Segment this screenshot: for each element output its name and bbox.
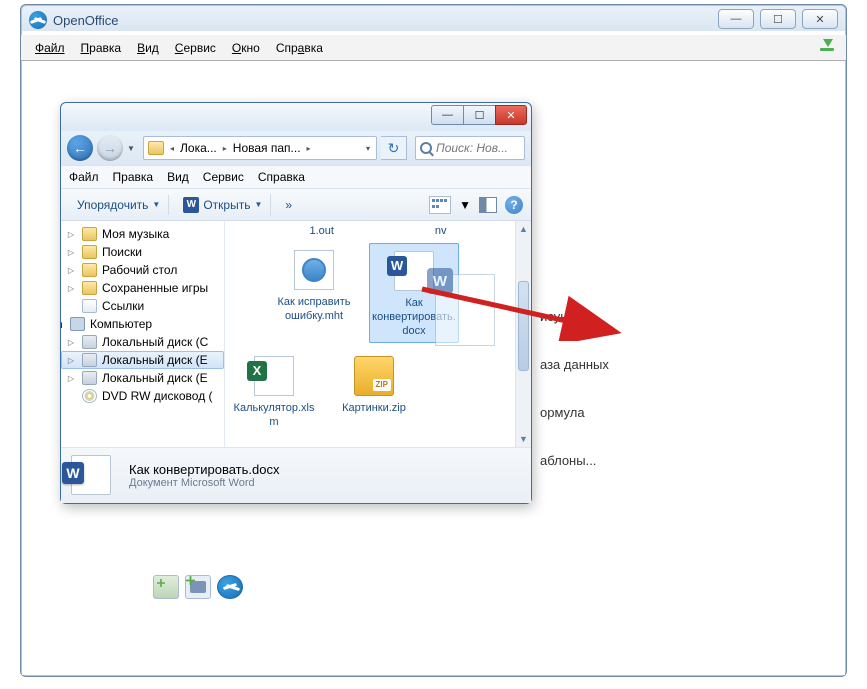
search-input[interactable]: Поиск: Нов... — [415, 136, 525, 160]
outer-maximize-button[interactable]: ☐ — [760, 9, 796, 29]
view-mode-dropdown[interactable]: ▼ — [459, 198, 471, 212]
word-icon — [71, 455, 111, 495]
globe-icon — [294, 250, 334, 290]
organize-button[interactable]: Упорядочить▼ — [69, 195, 169, 215]
file-xlsm[interactable]: Калькулятор.xlsm — [229, 349, 319, 434]
dvd-icon — [82, 389, 97, 403]
tree-searches[interactable]: ▷Поиски — [61, 243, 224, 261]
disk-icon — [82, 335, 97, 349]
folder-icon — [82, 281, 97, 295]
tree-dvd[interactable]: DVD RW дисковод ( — [61, 387, 224, 405]
nav-back-button[interactable]: ← — [67, 135, 93, 161]
openoffice-titlebar: OpenOffice — ☐ ✕ — [21, 5, 846, 35]
tree-disk-c[interactable]: ▷Локальный диск (C — [61, 333, 224, 351]
explorer-menu-help[interactable]: Справка — [258, 170, 305, 184]
explorer-menubar: Файл Правка Вид Сервис Справка — [61, 165, 531, 189]
partial-label-1: 1.out — [309, 225, 333, 237]
explorer-minimize-button[interactable]: — — [431, 105, 463, 125]
help-button[interactable]: ? — [505, 196, 523, 214]
folder-icon — [82, 263, 97, 277]
folder-tree[interactable]: ▷Моя музыка ▷Поиски ▷Рабочий стол ▷Сохра… — [61, 221, 225, 447]
folder-icon — [148, 141, 164, 155]
extension-icon[interactable] — [153, 575, 179, 599]
tree-disk-e2[interactable]: ▷Локальный диск (E — [61, 369, 224, 387]
link-icon — [82, 299, 97, 313]
nav-history-dropdown[interactable]: ▼ — [127, 144, 139, 153]
explorer-menu-edit[interactable]: Правка — [113, 170, 154, 184]
menu-help[interactable]: Справка — [268, 38, 331, 58]
drag-ghost-icon: W — [425, 266, 505, 356]
explorer-toolbar: Упорядочить▼ W Открыть▼ » ▼ ? — [61, 189, 531, 221]
menu-file[interactable]: Файл — [27, 38, 73, 58]
explorer-maximize-button[interactable]: ☐ — [463, 105, 495, 125]
view-mode-button[interactable] — [429, 196, 451, 214]
open-button[interactable]: W Открыть▼ — [175, 194, 271, 216]
breadcrumb[interactable]: ◂ Лока... ▸ Новая пап... ▸ ▾ — [143, 136, 377, 160]
outer-close-button[interactable]: ✕ — [802, 9, 838, 29]
explorer-navbar: ← → ▼ ◂ Лока... ▸ Новая пап... ▸ ▾ ↻ Пои… — [61, 131, 531, 165]
breadcrumb-dropdown[interactable]: ▾ — [364, 144, 372, 153]
addon-icon[interactable] — [185, 575, 211, 599]
menu-tools[interactable]: Сервис — [167, 38, 224, 58]
explorer-menu-file[interactable]: Файл — [69, 170, 99, 184]
scroll-up-icon[interactable]: ▲ — [516, 221, 531, 237]
zip-icon — [354, 356, 394, 396]
details-subtitle: Документ Microsoft Word — [129, 477, 279, 489]
preview-pane-button[interactable] — [479, 197, 497, 213]
menu-edit[interactable]: Правка — [73, 38, 130, 58]
tree-desktop[interactable]: ▷Рабочий стол — [61, 261, 224, 279]
file-mht[interactable]: Как исправить ошибку.mht — [269, 243, 359, 343]
scroll-thumb[interactable] — [518, 281, 529, 371]
partial-label-2: nv — [435, 225, 447, 237]
tree-computer[interactable]: ◢Компьютер — [61, 315, 224, 333]
toolbar-more-button[interactable]: » — [277, 195, 300, 215]
excel-icon — [254, 356, 294, 396]
word-icon: W — [183, 197, 199, 213]
menu-window[interactable]: Окно — [224, 38, 268, 58]
refresh-button[interactable]: ↻ — [381, 136, 407, 160]
folder-icon — [82, 245, 97, 259]
disk-icon — [82, 371, 97, 385]
download-icon[interactable] — [820, 39, 836, 55]
explorer-menu-tools[interactable]: Сервис — [203, 170, 244, 184]
folder-icon — [82, 227, 97, 241]
explorer-menu-view[interactable]: Вид — [167, 170, 189, 184]
openoffice-menubar: Файл Правка Вид Сервис Окно Справка — [21, 35, 846, 61]
file-scrollbar[interactable]: ▲ ▼ — [515, 221, 531, 447]
start-center-bottom-icons — [153, 575, 243, 599]
tree-disk-e-selected[interactable]: ▷Локальный диск (E — [61, 351, 224, 369]
details-title: Как конвертировать.docx — [129, 462, 279, 477]
tree-links[interactable]: Ссылки — [61, 297, 224, 315]
search-icon — [420, 142, 432, 154]
tree-saved-games[interactable]: ▷Сохраненные игры — [61, 279, 224, 297]
explorer-titlebar[interactable]: — ☐ ✕ — [61, 103, 531, 131]
website-icon[interactable] — [217, 575, 243, 599]
scroll-down-icon[interactable]: ▼ — [516, 431, 531, 447]
nav-forward-button[interactable]: → — [97, 135, 123, 161]
details-pane: Как конвертировать.docx Документ Microso… — [61, 447, 531, 503]
menu-view[interactable]: Вид — [129, 38, 167, 58]
openoffice-title: OpenOffice — [53, 13, 119, 28]
disk-icon — [82, 353, 97, 367]
tree-my-music[interactable]: ▷Моя музыка — [61, 225, 224, 243]
outer-minimize-button[interactable]: — — [718, 9, 754, 29]
openoffice-logo-icon — [29, 11, 47, 29]
explorer-close-button[interactable]: ✕ — [495, 105, 527, 125]
file-zip[interactable]: Картинки.zip — [329, 349, 419, 434]
computer-icon — [70, 317, 85, 331]
